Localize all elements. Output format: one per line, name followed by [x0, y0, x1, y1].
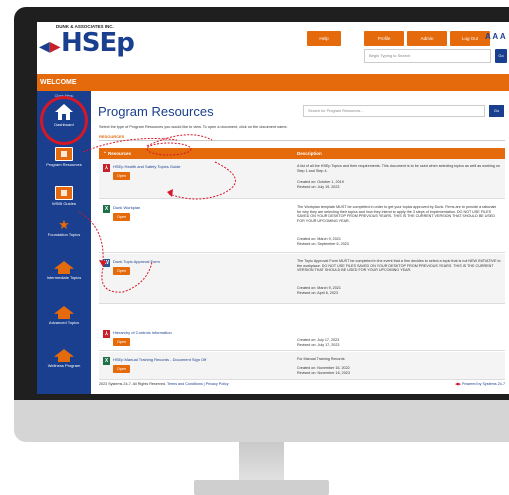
document-link[interactable]: HSEp Health and Safety Topics Guide — [113, 164, 181, 169]
guides-icon — [55, 186, 73, 200]
sidebar-item-wellness-program[interactable]: Wellness Program — [37, 349, 91, 368]
pdf-icon: ⅄ — [103, 164, 110, 172]
global-search-input[interactable]: Begin Typing to Search — [364, 49, 491, 63]
page-title: Program Resources — [98, 104, 214, 119]
footer: 2023 Systems 24-7. All Rights Reserved. … — [99, 382, 505, 392]
document-dates: Created on: November 15, 2022 Revised on… — [297, 366, 350, 375]
sidebar-item-label: Intermediate Topics — [46, 275, 82, 280]
table-row: ⅄ Hierarchy of Controls Information Open… — [99, 325, 505, 351]
table-row: X Dunk Workplan Open The Workplan templa… — [99, 200, 505, 253]
sidebar-item-intermediate-topics[interactable]: Intermediate Topics — [37, 261, 91, 280]
pdf-icon: ⅄ — [103, 330, 110, 338]
house-icon — [54, 261, 74, 274]
document-description: For Manual Training Records — [297, 357, 345, 361]
font-size-controls[interactable]: A A A — [485, 32, 506, 41]
powered-by-link[interactable]: ◀▶ Powered by Systems 24-7 — [455, 382, 505, 386]
help-button[interactable]: Help — [307, 31, 341, 46]
sidebar-item-label: Program Resources — [46, 162, 82, 167]
star-icon: ★ — [58, 217, 70, 232]
document-description: A list of all the HSEp Topics and their … — [297, 164, 500, 173]
logo-arrows-icon: ◀▶ — [39, 38, 61, 54]
excel-icon: X — [103, 205, 110, 213]
open-button[interactable]: Open — [113, 365, 130, 373]
profile-button[interactable]: Profile — [364, 31, 404, 46]
footer-links[interactable]: Terms and Conditions | Privacy Policy — [167, 382, 229, 386]
admin-button[interactable]: Admin — [407, 31, 447, 46]
document-dates: Created on: March 9, 2021 Revised on: Ap… — [297, 286, 341, 295]
monitor-stand-neck — [239, 442, 284, 482]
column-header-description: Description — [297, 151, 322, 156]
welcome-banner: WELCOME — [37, 74, 509, 91]
wellness-icon — [54, 349, 74, 362]
open-button[interactable]: Open — [113, 338, 130, 346]
word-icon: W — [103, 259, 110, 267]
sidebar-item-foundation-topics[interactable]: ★ Foundation Topics — [37, 218, 91, 237]
open-button[interactable]: Open — [113, 213, 130, 221]
systems-logo-icon: ◀▶ — [455, 382, 461, 386]
excel-icon: X — [103, 357, 110, 365]
sidebar-item-label: Advanced Topics — [48, 320, 80, 325]
section-label: RESOURCES — [99, 134, 125, 139]
table-row: W Dunk Topic Approval Form Open The Topi… — [99, 254, 505, 304]
resource-search-button[interactable]: Go — [489, 105, 504, 117]
table-row: ⅄ HSEp Health and Safety Topics Guide Op… — [99, 159, 505, 199]
open-button[interactable]: Open — [113, 267, 130, 275]
app-screen: DUNK & ASSOCIATES INC. ◀▶ HSEp Help Prof… — [37, 22, 509, 394]
sidebar-item-wsib-guides[interactable]: WSIB Guides — [37, 186, 91, 206]
sidebar-item-label: Wellness Program — [47, 363, 81, 368]
global-search-button[interactable]: Go — [495, 49, 507, 63]
logo[interactable]: HSEp — [61, 28, 135, 58]
document-dates: Created on: July 17, 2023 Revised on: Ju… — [297, 338, 340, 347]
column-header-resources[interactable]: ⌃ Resources — [103, 151, 131, 157]
highlight-circle — [40, 96, 88, 145]
main-content: Program Resources Search for Program Res… — [91, 91, 509, 394]
document-link[interactable]: Hierarchy of Controls Information — [113, 330, 172, 335]
monitor-chin — [14, 400, 509, 442]
document-dates: Created on: March 9, 2021 Revised on: Se… — [297, 237, 349, 246]
sidebar-item-label: WSIB Guides — [51, 201, 76, 206]
document-link[interactable]: Dunk Topic Approval Form — [113, 259, 160, 264]
open-button[interactable]: Open — [113, 172, 130, 180]
document-dates: Created on: October 1, 2019 Revised on: … — [297, 180, 344, 189]
resource-search-input[interactable]: Search for Program Resources... — [303, 105, 485, 117]
sidebar-item-advanced-topics[interactable]: Advanced Topics — [37, 306, 91, 325]
document-description: The Workplan template MUST be completed … — [297, 205, 497, 224]
copyright-text: 2023 Systems 24-7. All Rights Reserved. — [99, 382, 167, 386]
table-header: ⌃ Resources Description — [99, 148, 505, 159]
table-row: X HSEp Manual Training Records - Documen… — [99, 352, 505, 380]
logout-button[interactable]: Log Out — [450, 31, 490, 46]
document-link[interactable]: HSEp Manual Training Records - Document … — [113, 357, 206, 362]
sidebar-item-label: Foundation Topics — [47, 232, 81, 237]
divider — [99, 140, 505, 141]
document-link[interactable]: Dunk Workplan — [113, 205, 140, 210]
monitor-stand-foot — [194, 480, 329, 495]
header: DUNK & ASSOCIATES INC. ◀▶ HSEp Help Prof… — [37, 22, 509, 74]
intro-text: Select the type of Program Resources you… — [99, 125, 288, 129]
house-icon — [54, 306, 74, 319]
document-description: The Topic Approval Form MUST be complete… — [297, 259, 501, 273]
sidebar-item-program-resources[interactable]: Program Resources — [37, 147, 91, 167]
monitor: DUNK & ASSOCIATES INC. ◀▶ HSEp Help Prof… — [14, 7, 509, 495]
resources-icon — [55, 147, 73, 161]
